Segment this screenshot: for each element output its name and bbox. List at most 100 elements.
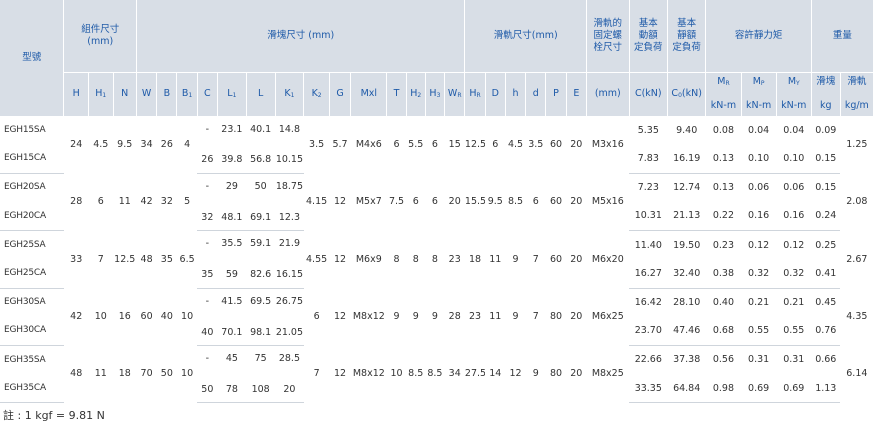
cell-K2: 6 — [313, 311, 320, 323]
cell-Mxl: M8x12 — [352, 368, 385, 380]
cell-Mxl: M4x6 — [355, 139, 382, 151]
cell-T: 9 — [393, 311, 400, 323]
cell-C: - — [205, 353, 210, 364]
col-N: N — [113, 72, 137, 117]
cell-d: 9 — [532, 368, 539, 380]
model-cell: EGH35CA — [0, 374, 64, 404]
cell-B1: 6.5 — [179, 253, 195, 265]
cell-bolt: M5x16 — [591, 196, 624, 208]
cell-weight-block: 0.15 — [811, 144, 841, 174]
cell-N: 11 — [118, 196, 131, 208]
cell-MR: 0.13 — [712, 182, 735, 194]
cell-C0: 64.84 — [667, 374, 706, 404]
cell-MR: 0.68 — [705, 316, 742, 346]
cell-G: 12 — [334, 368, 347, 380]
model-cell: EGH20SA — [4, 182, 46, 193]
cell-B: 32 — [160, 196, 173, 208]
cell-K2: 4.15 — [306, 196, 328, 208]
col-H3: H3 — [425, 72, 446, 117]
cell-B: 40 — [160, 311, 173, 323]
cell-MR: 0.13 — [705, 144, 742, 174]
cell-MY: 0.32 — [776, 259, 812, 289]
cell-C: - — [205, 123, 210, 135]
cell-C0: 32.40 — [667, 259, 706, 289]
cell-C-dyn: 10.31 — [629, 202, 668, 232]
cell-H2: 9 — [412, 311, 419, 323]
col-B: B — [156, 72, 178, 117]
cell-MR: 0.40 — [712, 296, 735, 308]
cell-N: 18 — [118, 368, 131, 380]
cell-MR: 0.56 — [712, 354, 735, 366]
cell-weight-rail: 6.14 — [846, 368, 868, 380]
cell-H: 33 — [70, 253, 83, 265]
cell-C-dyn: 16.42 — [634, 296, 662, 308]
cell-MY: 0.10 — [776, 144, 812, 174]
col-H: H — [63, 72, 89, 117]
cell-d: 6 — [532, 196, 539, 208]
col-WR: WR — [444, 72, 466, 117]
cell-weight-block: 0.45 — [815, 296, 837, 308]
cell-MY: 0.12 — [783, 239, 805, 251]
cell-T: 8 — [393, 253, 400, 265]
cell-MR: 0.38 — [705, 259, 742, 289]
cell-L1: 45 — [225, 353, 238, 364]
cell-MY: 0.16 — [776, 202, 812, 232]
cell-K1: 20 — [275, 374, 304, 404]
cell-K1: 12.3 — [275, 202, 304, 232]
cell-bolt: M6x20 — [591, 253, 624, 265]
cell-weight-block: 0.66 — [815, 354, 837, 366]
cell-MR: 0.98 — [705, 374, 742, 404]
cell-MY: 0.04 — [783, 124, 805, 136]
cell-C: - — [205, 295, 210, 307]
cell-WR: 34 — [448, 368, 461, 380]
cell-K1: 10.15 — [275, 144, 304, 174]
cell-B1: 10 — [181, 368, 194, 380]
cell-MP: 0.10 — [741, 144, 777, 174]
col-G: G — [329, 72, 352, 117]
cell-H1: 4.5 — [93, 139, 109, 151]
cell-H1: 7 — [97, 253, 104, 265]
col-K1: K1 — [275, 72, 305, 117]
cell-B: 35 — [160, 253, 173, 265]
cell-E: 20 — [570, 139, 583, 151]
cell-H: 28 — [70, 196, 83, 208]
cell-C0: 16.19 — [667, 144, 706, 174]
cell-C-dyn: 16.27 — [629, 259, 668, 289]
model-cell: EGH15SA — [4, 125, 46, 136]
cell-T: 7.5 — [388, 196, 405, 208]
cell-HR: 27.5 — [464, 368, 486, 380]
cell-H3: 9 — [431, 311, 438, 323]
cell-B: 50 — [160, 368, 173, 380]
cell-L1: 70.1 — [217, 316, 247, 346]
header-rail-bolt: 滑軌的 固定螺 栓尺寸 — [586, 0, 630, 73]
cell-C0: 37.38 — [673, 354, 701, 366]
cell-C: 26 — [197, 144, 218, 174]
cell-K1: 21.05 — [275, 316, 304, 346]
header-weight: 重量 — [811, 0, 874, 73]
cell-weight-block: 0.15 — [815, 182, 837, 194]
model-cell: EGH35SA — [4, 354, 46, 365]
cell-weight-block: 0.41 — [811, 259, 841, 289]
cell-weight-block: 0.24 — [811, 202, 841, 232]
cell-MP: 0.32 — [741, 259, 777, 289]
cell-W: 34 — [140, 139, 153, 151]
cell-P: 80 — [550, 311, 563, 323]
cell-Mxl: M8x12 — [352, 311, 385, 323]
cell-D: 6 — [492, 139, 499, 151]
header-static-load: 基本 靜額 定負荷 — [667, 0, 707, 73]
col-weight-block: 滑塊 kg — [811, 72, 841, 117]
cell-HR: 12.5 — [464, 139, 486, 151]
cell-W: 48 — [140, 253, 153, 265]
cell-W: 70 — [140, 368, 153, 380]
header-rail-dims: 滑軌尺寸(mm) — [464, 0, 587, 73]
cell-weight-rail: 2.08 — [846, 196, 868, 208]
col-d: d — [525, 72, 547, 117]
cell-WR: 28 — [448, 311, 461, 323]
cell-MP: 0.21 — [748, 296, 770, 308]
cell-MR: 0.22 — [705, 202, 742, 232]
cell-weight-rail: 2.67 — [846, 253, 868, 265]
cell-E: 20 — [570, 196, 583, 208]
cell-B1: 4 — [184, 139, 191, 151]
cell-P: 60 — [550, 196, 563, 208]
cell-weight-block: 0.76 — [811, 316, 841, 346]
